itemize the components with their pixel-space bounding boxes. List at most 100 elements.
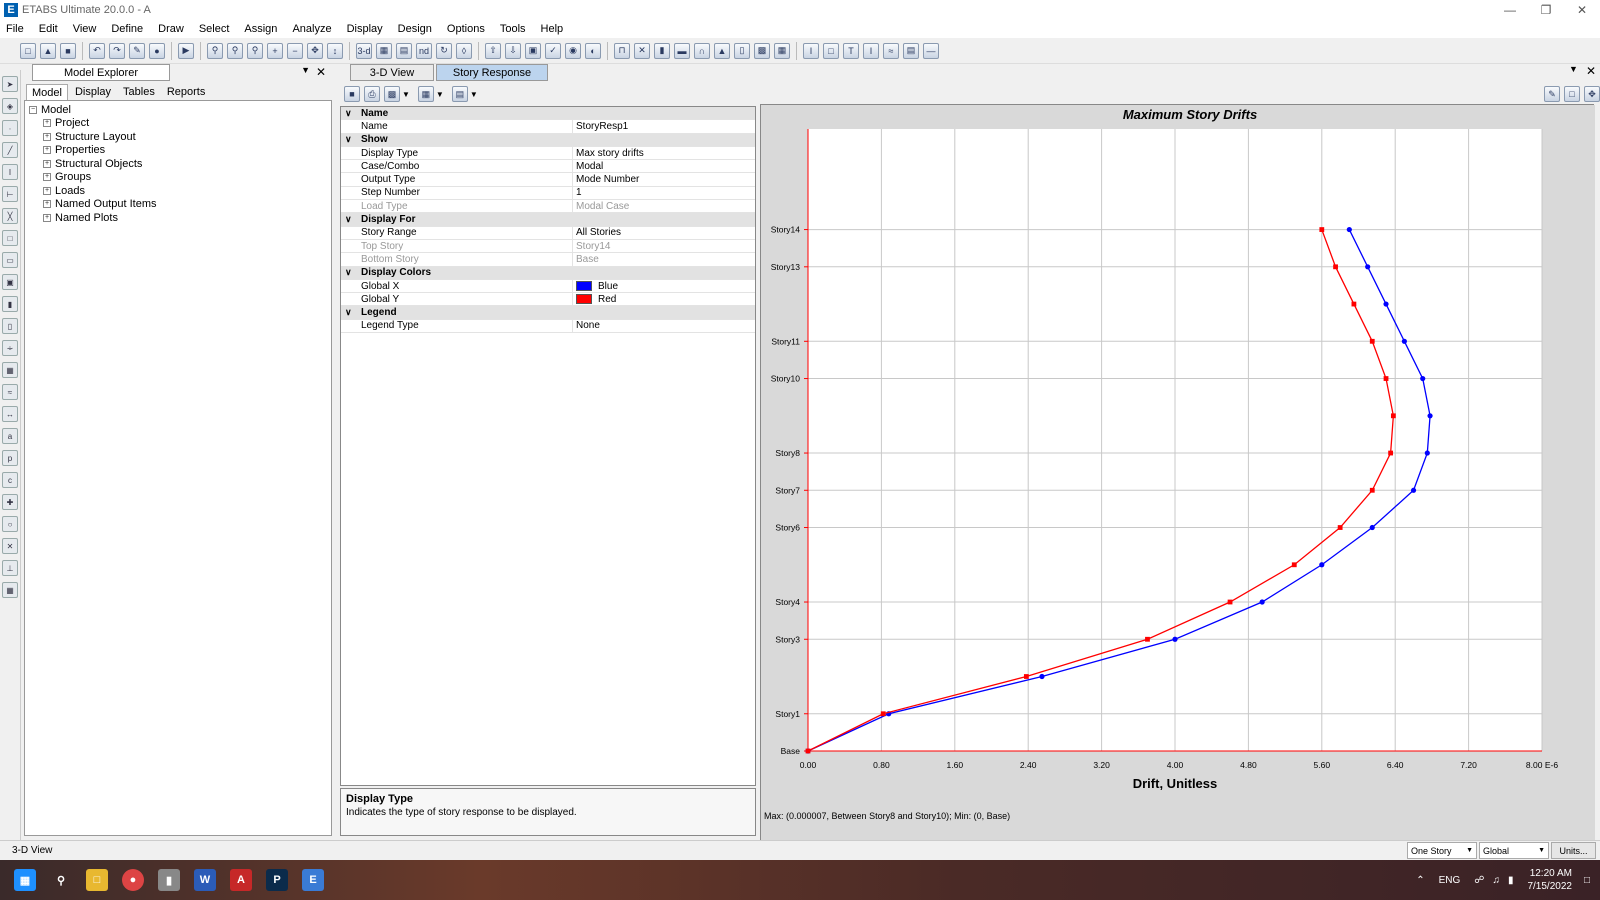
column-draw-icon[interactable]: ▮	[654, 42, 670, 59]
menu-view[interactable]: View	[73, 23, 97, 35]
draw-opening-icon[interactable]: ▣	[2, 274, 18, 290]
property-row[interactable]: Name StoryResp1	[341, 120, 755, 134]
property-category[interactable]: ∨ Legend	[341, 306, 755, 320]
expand-icon[interactable]: +	[43, 119, 51, 128]
property-row[interactable]: Top Story Story14	[341, 239, 755, 254]
expand-icon[interactable]: +	[43, 186, 51, 195]
property-row[interactable]: Bottom Story Base	[341, 253, 755, 267]
tree-item-project[interactable]: + Project	[29, 117, 327, 131]
elevation-view-icon[interactable]: ▤	[396, 42, 412, 59]
tab-reports[interactable]: Reports	[162, 84, 211, 101]
property-category[interactable]: ∨ Show	[341, 133, 755, 147]
tab-3d-view[interactable]: 3-D View	[350, 64, 434, 81]
chrome-icon[interactable]: ●	[122, 869, 144, 891]
network-icon[interactable]: ☍	[1474, 875, 1484, 886]
draw-tendon-icon[interactable]: ≈	[2, 384, 18, 400]
zoom-in-icon[interactable]: +	[267, 42, 283, 59]
property-category[interactable]: ∨ Display For	[341, 213, 755, 227]
link-icon[interactable]: ≈	[883, 42, 899, 59]
brace-draw-icon[interactable]: ✕	[634, 42, 650, 59]
all-select-icon[interactable]: a	[2, 428, 18, 444]
menu-options[interactable]: Options	[447, 23, 485, 35]
clock[interactable]: 12:20 AM 7/15/2022	[1527, 867, 1572, 893]
autocad-icon[interactable]: A	[230, 869, 252, 891]
section-icon[interactable]: I	[803, 42, 819, 59]
move-up-icon[interactable]: ⇧	[485, 42, 501, 59]
measure-icon[interactable]: ↕	[327, 42, 343, 59]
draw-dimension-icon[interactable]: ↔	[2, 406, 18, 422]
support-icon[interactable]: ▲	[714, 42, 730, 59]
property-value[interactable]: Story14	[572, 239, 755, 253]
tree-item-named-plots[interactable]: + Named Plots	[29, 211, 327, 225]
previous-select-icon[interactable]: p	[2, 450, 18, 466]
property-value[interactable]: Blue	[572, 279, 755, 293]
expand-icon[interactable]: +	[43, 146, 51, 155]
zoom-full-icon[interactable]: ⚲	[247, 42, 263, 59]
frame-draw-icon[interactable]: ⊓	[614, 42, 630, 59]
draw-beam-icon[interactable]: ⊢	[2, 186, 18, 202]
menu-assign[interactable]: Assign	[244, 23, 277, 35]
frame-section-icon[interactable]: I	[863, 42, 879, 59]
spring-icon[interactable]: ▤	[903, 42, 919, 59]
clear-select-icon[interactable]: c	[2, 472, 18, 488]
check-icon[interactable]: ✓	[545, 42, 561, 59]
display-options-icon[interactable]: ▦	[774, 42, 790, 59]
display-icon[interactable]: ▩	[384, 86, 400, 102]
units-button[interactable]: Units...	[1551, 842, 1596, 859]
shading-icon[interactable]: ◐	[585, 42, 601, 59]
file-explorer-icon[interactable]: □	[86, 869, 108, 891]
draw-brace-icon[interactable]: ╳	[2, 208, 18, 224]
tab-story-response[interactable]: Story Response	[436, 64, 548, 81]
pin-dropdown-icon[interactable]: ▼	[301, 65, 310, 75]
menu-edit[interactable]: Edit	[39, 23, 58, 35]
menu-analyze[interactable]: Analyze	[292, 23, 331, 35]
select-area-icon[interactable]: □	[1564, 86, 1580, 102]
property-value[interactable]: 1	[572, 186, 755, 200]
draw-wall-icon[interactable]: ▮	[2, 296, 18, 312]
view-3d-button[interactable]: 3-d	[356, 42, 372, 59]
snap-intersection-icon[interactable]: ✕	[2, 538, 18, 554]
collapse-icon[interactable]: −	[29, 105, 37, 114]
collapse-chevron-icon[interactable]: ∨	[345, 214, 361, 225]
menu-design[interactable]: Design	[398, 23, 432, 35]
property-value[interactable]: All Stories	[572, 226, 755, 239]
close-icon[interactable]: ✕	[1564, 0, 1600, 20]
property-value[interactable]: Mode Number	[572, 173, 755, 186]
draw-frame-icon[interactable]: ╱	[2, 142, 18, 158]
drive-icon[interactable]: ▮	[158, 869, 180, 891]
draw-wall-stack-icon[interactable]: ▯	[2, 318, 18, 334]
draw-link-icon[interactable]: ∻	[2, 340, 18, 356]
doc-close-icon[interactable]: ✕	[1586, 64, 1596, 78]
coord-system-select[interactable]: Global ▼	[1479, 842, 1549, 859]
color-swatch[interactable]	[576, 281, 592, 291]
menu-file[interactable]: File	[6, 23, 24, 35]
expand-icon[interactable]: +	[43, 213, 51, 222]
snap-grid-icon[interactable]: ▦	[2, 582, 18, 598]
collapse-chevron-icon[interactable]: ∨	[345, 108, 361, 119]
story-mode-select[interactable]: One Story ▼	[1407, 842, 1477, 859]
word-icon[interactable]: W	[194, 869, 216, 891]
color-swatch[interactable]	[576, 294, 592, 305]
property-value[interactable]: Red	[572, 293, 755, 306]
battery-icon[interactable]: ▮	[1508, 875, 1514, 886]
zoom-restore-icon[interactable]: ⚲	[227, 42, 243, 59]
open-icon[interactable]: ▲	[40, 42, 56, 59]
zoom-window-icon[interactable]: ⚲	[207, 42, 223, 59]
beam-draw-icon[interactable]: ▬	[674, 42, 690, 59]
property-value[interactable]: Max story drifts	[572, 146, 755, 160]
property-row[interactable]: Global Y Red	[341, 293, 755, 307]
snap-midpoint-icon[interactable]: ○	[2, 516, 18, 532]
menu-tools[interactable]: Tools	[500, 23, 526, 35]
property-row[interactable]: Display Type Max story drifts	[341, 146, 755, 161]
rotate-icon[interactable]: ↻	[436, 42, 452, 59]
restore-icon[interactable]: ❐	[1528, 0, 1564, 20]
tree-item-loads[interactable]: + Loads	[29, 184, 327, 198]
collapse-chevron-icon[interactable]: ∨	[345, 134, 361, 145]
line-style-icon[interactable]: —	[923, 42, 939, 59]
chevron-down-icon[interactable]: ▼	[436, 90, 444, 99]
windows-start-icon[interactable]: ▦	[14, 869, 36, 891]
menu-display[interactable]: Display	[347, 23, 383, 35]
snap-perpendicular-icon[interactable]: ⊥	[2, 560, 18, 576]
perspective-icon[interactable]: ◊	[456, 42, 472, 59]
draw-floor-icon[interactable]: □	[2, 230, 18, 246]
